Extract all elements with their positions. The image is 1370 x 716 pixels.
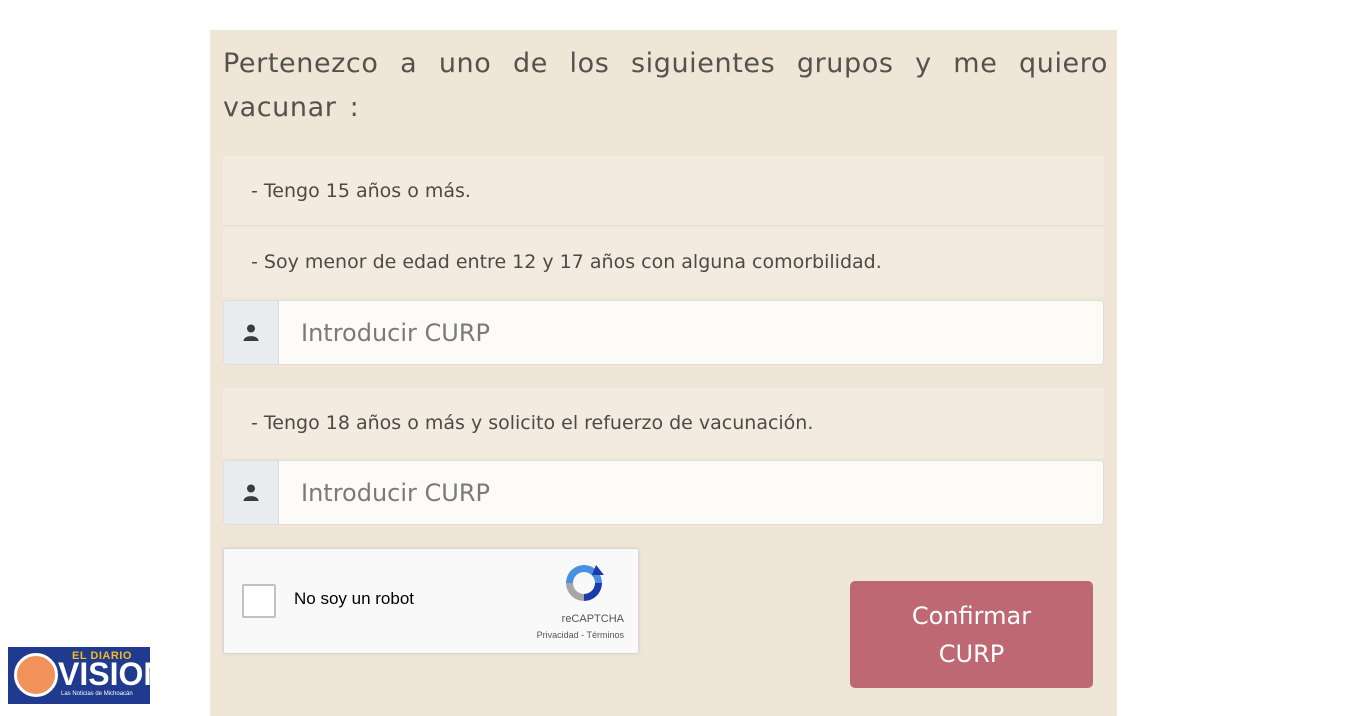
logo-main-text: VISION bbox=[58, 656, 150, 692]
recaptcha-links[interactable]: Privacidad - Términos bbox=[537, 630, 624, 640]
recaptcha-logo-icon bbox=[562, 561, 606, 609]
curp-input[interactable] bbox=[279, 461, 1103, 524]
user-icon bbox=[224, 301, 279, 364]
group-label: - Soy menor de edad entre 12 y 17 años c… bbox=[251, 251, 882, 273]
confirm-curp-button[interactable]: Confirmar CURP bbox=[850, 581, 1093, 688]
group-label: - Tengo 18 años o más y solicito el refu… bbox=[251, 412, 814, 434]
curp-input[interactable] bbox=[279, 301, 1103, 364]
group-label: - Tengo 15 años o más. bbox=[251, 179, 471, 202]
logo-sub-text: Las Noticias de Michoacán bbox=[61, 691, 133, 697]
captcha-label: No soy un robot bbox=[294, 589, 415, 608]
captcha-checkbox[interactable] bbox=[242, 584, 276, 618]
el-diario-vision-logo: EL DIARIO VISION Las Noticias de Michoac… bbox=[8, 647, 150, 704]
vaccination-form-panel: Pertenezco a uno de los siguientes grupo… bbox=[210, 30, 1117, 716]
curp-input-group-2 bbox=[223, 460, 1104, 525]
group-option-minor-comorbidity: - Soy menor de edad entre 12 y 17 años c… bbox=[223, 227, 1104, 297]
curp-input-group-1 bbox=[223, 300, 1104, 365]
user-icon bbox=[224, 461, 279, 524]
group-option-15-plus: - Tengo 15 años o más. bbox=[223, 156, 1104, 226]
form-heading: Pertenezco a uno de los siguientes grupo… bbox=[223, 48, 1108, 123]
logo-circle-icon bbox=[14, 653, 58, 697]
recaptcha-brand: reCAPTCHA bbox=[561, 613, 624, 625]
group-option-booster: - Tengo 18 años o más y solicito el refu… bbox=[223, 388, 1104, 458]
recaptcha-widget: No soy un robot reCAPTCHA Privacidad - T… bbox=[223, 548, 639, 654]
